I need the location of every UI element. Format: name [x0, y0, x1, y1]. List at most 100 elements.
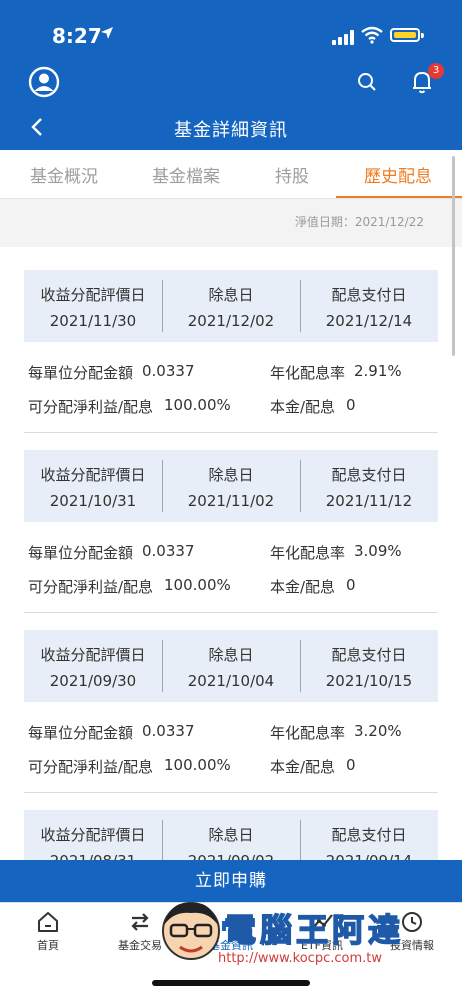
principal-ratio-label: 本金/配息	[270, 758, 336, 776]
top-bar: 8:27 3 基金詳細資訊	[0, 0, 462, 150]
principal-ratio-value: 0	[346, 756, 356, 774]
ex-date-value: 2021/11/02	[187, 492, 275, 510]
home-icon	[38, 912, 58, 932]
eval-date-column: 收益分配評價日 2021/11/30	[24, 270, 162, 342]
amount-value: 0.0337	[142, 542, 195, 560]
annual-rate-label: 年化配息率	[270, 724, 346, 742]
eval-date-label: 收益分配評價日	[40, 466, 146, 484]
tab-holdings[interactable]: 持股	[275, 162, 309, 187]
battery-icon	[390, 28, 424, 42]
annual-rate-label: 年化配息率	[270, 544, 346, 562]
chart-icon	[222, 915, 240, 931]
profit-ratio-label: 可分配淨利益/配息	[28, 398, 154, 416]
profit-ratio-label: 可分配淨利益/配息	[28, 758, 154, 776]
bottom-nav-fund-info[interactable]: 基金資訊	[191, 909, 271, 953]
eval-date-label: 收益分配評價日	[40, 826, 146, 844]
pay-date-value: 2021/10/15	[325, 672, 413, 690]
app-screen: 8:27 3 基金詳細資訊 基金概況 基金檔案 持股 歷史配息 淨值日期：202…	[0, 0, 462, 1000]
user-profile-icon[interactable]	[28, 66, 60, 98]
swap-icon	[131, 913, 149, 931]
status-time: 8:27	[52, 24, 102, 48]
ex-date-value: 2021/10/04	[187, 672, 275, 690]
ex-date-label: 除息日	[208, 286, 254, 304]
clock-icon	[402, 912, 422, 932]
home-indicator	[152, 980, 310, 986]
tab-fund-overview[interactable]: 基金概況	[30, 162, 98, 187]
trend-icon	[311, 914, 333, 930]
ex-date-column: 除息日 2021/11/02	[162, 450, 300, 522]
wifi-icon	[361, 26, 383, 44]
amount-value: 0.0337	[142, 362, 195, 380]
dividend-record: 收益分配評價日 2021/10/31 除息日 2021/11/02 配息支付日 …	[0, 450, 462, 630]
profit-ratio-value: 100.00%	[164, 756, 231, 774]
record-date-header: 收益分配評價日 2021/09/30 除息日 2021/10/04 配息支付日 …	[24, 630, 438, 702]
amount-label: 每單位分配金額	[28, 364, 134, 382]
active-tab-indicator	[336, 196, 462, 198]
nav-date: 淨值日期：2021/12/22	[294, 215, 424, 229]
dividend-record: 收益分配評價日 2021/11/30 除息日 2021/12/02 配息支付日 …	[0, 270, 462, 450]
ex-date-label: 除息日	[208, 466, 254, 484]
bottom-nav-fund-trade[interactable]: 基金交易	[100, 909, 180, 953]
bottom-nav-home[interactable]: 首頁	[8, 909, 88, 953]
bottom-nav-label: 投資情報	[390, 939, 434, 952]
principal-ratio-value: 0	[346, 396, 356, 414]
status-bar: 8:27	[0, 0, 462, 58]
eval-date-value: 2021/09/30	[49, 672, 137, 690]
annual-rate-label: 年化配息率	[270, 364, 346, 382]
ex-date-value: 2021/12/02	[187, 312, 275, 330]
pay-date-column: 配息支付日 2021/12/14	[300, 270, 438, 342]
bottom-nav-etf-info[interactable]: ETF資訊	[282, 909, 362, 953]
bottom-nav-label: 基金交易	[118, 939, 162, 952]
principal-ratio-label: 本金/配息	[270, 398, 336, 416]
ex-date-label: 除息日	[208, 826, 254, 844]
subscribe-now-button[interactable]: 立即申購	[0, 860, 462, 902]
ex-date-column: 除息日 2021/12/02	[162, 270, 300, 342]
tab-fund-profile[interactable]: 基金檔案	[152, 162, 220, 187]
eval-date-column: 收益分配評價日 2021/09/30	[24, 630, 162, 702]
location-arrow-icon	[101, 27, 113, 39]
cellular-signal-icon	[332, 29, 356, 45]
pay-date-column: 配息支付日 2021/11/12	[300, 450, 438, 522]
eval-date-label: 收益分配評價日	[40, 286, 146, 304]
pay-date-label: 配息支付日	[331, 646, 407, 664]
record-date-header: 收益分配評價日 2021/10/31 除息日 2021/11/02 配息支付日 …	[24, 450, 438, 522]
pay-date-label: 配息支付日	[331, 286, 407, 304]
page-title: 基金詳細資訊	[174, 120, 288, 141]
ex-date-column: 除息日 2021/10/04	[162, 630, 300, 702]
record-date-header: 收益分配評價日 2021/11/30 除息日 2021/12/02 配息支付日 …	[24, 270, 438, 342]
nav-date-strip: 淨值日期：2021/12/22	[0, 199, 462, 247]
annual-rate-value: 3.09%	[354, 542, 402, 560]
bottom-nav-label: ETF資訊	[301, 939, 343, 952]
pay-date-column: 配息支付日 2021/10/15	[300, 630, 438, 702]
tab-bar: 基金概況 基金檔案 持股 歷史配息	[0, 150, 462, 199]
pay-date-label: 配息支付日	[331, 826, 407, 844]
profit-ratio-value: 100.00%	[164, 576, 231, 594]
bottom-nav-label: 基金資訊	[209, 939, 253, 952]
principal-ratio-label: 本金/配息	[270, 578, 336, 596]
record-separator	[24, 792, 438, 793]
amount-value: 0.0337	[142, 722, 195, 740]
principal-ratio-value: 0	[346, 576, 356, 594]
annual-rate-value: 3.20%	[354, 722, 402, 740]
profit-ratio-value: 100.00%	[164, 396, 231, 414]
notification-badge: 3	[428, 63, 444, 79]
tab-dividend-history[interactable]: 歷史配息	[364, 162, 432, 187]
pay-date-value: 2021/12/14	[325, 312, 413, 330]
eval-date-value: 2021/10/31	[49, 492, 137, 510]
amount-label: 每單位分配金額	[28, 724, 134, 742]
search-icon[interactable]	[357, 72, 377, 92]
pay-date-label: 配息支付日	[331, 466, 407, 484]
pay-date-value: 2021/11/12	[325, 492, 413, 510]
annual-rate-value: 2.91%	[354, 362, 402, 380]
record-separator	[24, 612, 438, 613]
ex-date-label: 除息日	[208, 646, 254, 664]
eval-date-label: 收益分配評價日	[40, 646, 146, 664]
eval-date-column: 收益分配評價日 2021/10/31	[24, 450, 162, 522]
profit-ratio-label: 可分配淨利益/配息	[28, 578, 154, 596]
bottom-nav-label: 首頁	[37, 939, 59, 952]
bottom-nav-investment-insights[interactable]: 投資情報	[372, 909, 452, 953]
record-separator	[24, 432, 438, 433]
eval-date-value: 2021/11/30	[49, 312, 137, 330]
dividend-record: 收益分配評價日 2021/09/30 除息日 2021/10/04 配息支付日 …	[0, 630, 462, 810]
amount-label: 每單位分配金額	[28, 544, 134, 562]
